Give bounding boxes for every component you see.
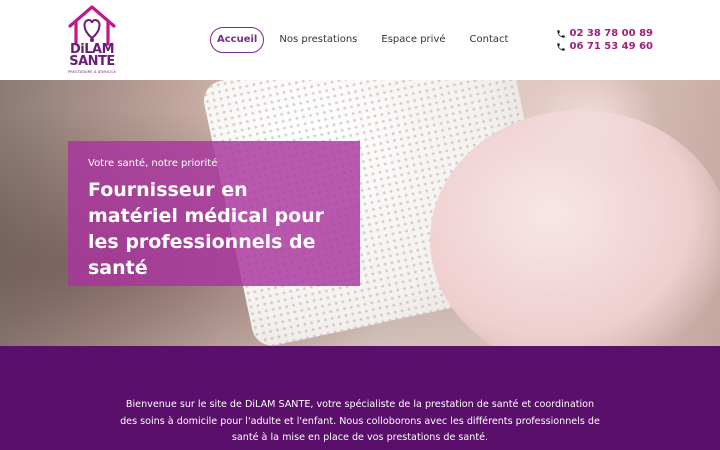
phone-icon [557, 42, 566, 51]
header-phone-numbers: 02 38 78 00 89 06 71 53 49 60 [556, 27, 653, 53]
site-header: DiLAM SANTE PRESTATAIRE À DOMICILE Accue… [0, 0, 720, 80]
intro-text: Bienvenue sur le site de DiLAM SANTE, vo… [120, 399, 600, 443]
main-nav: Accueil Nos prestations Espace privé Con… [210, 27, 523, 53]
brand-tagline: PRESTATAIRE À DOMICILE [67, 70, 117, 74]
hero-kicker: Votre santé, notre priorité [88, 158, 218, 169]
phone-number-2: 06 71 53 49 60 [569, 41, 653, 52]
hero-card: Votre santé, notre priorité Fournisseur … [68, 141, 360, 286]
phone-number-1: 02 38 78 00 89 [569, 28, 653, 39]
intro-section: Bienvenue sur le site de DiLAM SANTE, vo… [0, 346, 720, 450]
nav-item-nos-prestations[interactable]: Nos prestations [270, 27, 366, 53]
phone-line-1[interactable]: 02 38 78 00 89 [556, 27, 653, 40]
brand-name: DiLAM SANTE [69, 42, 115, 69]
brand-logo[interactable]: DiLAM SANTE PRESTATAIRE À DOMICILE [66, 4, 118, 76]
phone-icon [557, 29, 566, 38]
hero-title: Fournisseur en matériel médical pour les… [88, 179, 325, 279]
nav-item-accueil[interactable]: Accueil [210, 27, 265, 53]
nav-item-espace-prive[interactable]: Espace privé [372, 27, 454, 53]
phone-line-2[interactable]: 06 71 53 49 60 [556, 40, 653, 53]
nav-item-contact[interactable]: Contact [461, 27, 518, 53]
